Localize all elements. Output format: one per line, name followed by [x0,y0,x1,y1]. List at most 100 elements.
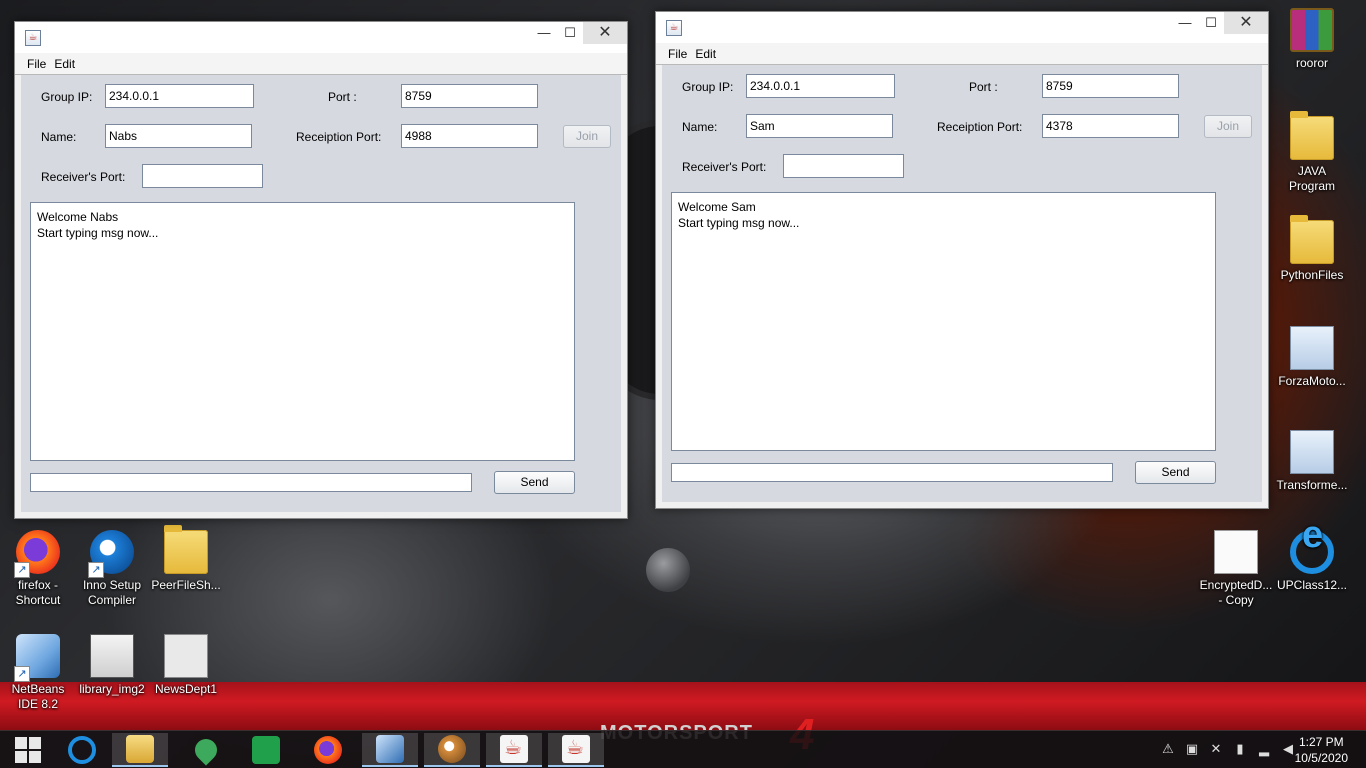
desktop-icon-newsdept[interactable]: NewsDept1 [148,634,224,697]
join-button[interactable]: Join [563,125,611,148]
menu-edit[interactable]: Edit [50,57,79,71]
chat-line: Start typing msg now... [678,216,800,230]
taskbar-clock[interactable]: 1:27 PM 10/5/2020 [1295,734,1348,766]
chat-line: Welcome Nabs [37,210,119,224]
desktop-icon-library[interactable]: library_img2 [74,634,150,697]
tray-app-icon[interactable]: ▣ [1184,741,1200,757]
java-cup-icon [500,735,528,763]
group-ip-label: Group IP: [682,80,734,94]
desktop-icon-peerfile[interactable]: PeerFileSh... [148,525,224,593]
send-button[interactable]: Send [1135,461,1216,484]
taskbar-netbeans[interactable] [362,733,418,767]
menu-bar: File Edit [656,43,1268,65]
java-app-icon: ☕ [666,20,682,36]
netbeans-icon [376,735,404,763]
taskbar-java-window-1[interactable] [486,733,542,767]
name-label: Name: [41,130,77,144]
maximize-button[interactable]: ☐ [555,22,585,44]
netbeans-icon [14,634,60,682]
menu-edit[interactable]: Edit [691,47,720,61]
java-app-icon: ☕ [25,30,41,46]
reception-port-field[interactable]: 4378 [1042,114,1179,138]
send-button[interactable]: Send [494,471,575,494]
name-field[interactable]: Nabs [105,124,252,148]
message-input[interactable] [30,473,472,492]
chat-line: Start typing msg now... [37,226,159,240]
close-button[interactable]: ✕ [1224,12,1268,34]
desktop-icon-forza[interactable]: ForzaMoto... [1274,326,1350,389]
desktop-icon-label: library_img2 [79,682,145,696]
start-button[interactable] [0,733,56,767]
desktop-icon-label: Inno Setup Compiler [82,578,142,607]
message-input[interactable] [671,463,1113,482]
desktop-icon-java-program[interactable]: JAVA Program [1274,111,1350,194]
chat-window-sam: ☕ — ☐ ✕ File Edit Group IP: 234.0.0.1 Po… [655,11,1269,509]
desktop-icon-upclass[interactable]: UPClass12... [1274,528,1350,593]
taskbar-paint[interactable] [424,733,480,767]
reception-port-field[interactable]: 4988 [401,124,538,148]
network-warning-icon[interactable]: ⚠ [1160,741,1176,757]
taskbar: ⚠ ▣ ✕ ▮ ▂ ◀ 1:27 PM 10/5/2020 [0,730,1366,768]
network-icon[interactable]: ▂ [1256,741,1272,757]
image-file-icon [1290,326,1334,370]
battery-icon[interactable]: ▮ [1232,741,1248,757]
internet-explorer-icon [1290,528,1334,574]
desktop-icon-label: NetBeans IDE 8.2 [11,682,65,711]
receivers-port-field[interactable] [783,154,904,178]
taskbar-file-explorer[interactable] [112,733,168,767]
join-button[interactable]: Join [1204,115,1252,138]
volume-icon[interactable]: ◀ [1280,741,1296,757]
receivers-port-field[interactable] [142,164,263,188]
window-title-bar[interactable]: ☕ — ☐ ✕ [15,22,627,53]
group-ip-label: Group IP: [41,90,93,104]
library-image-icon [90,634,134,678]
folder-icon [164,525,208,574]
internet-explorer-icon [68,736,96,764]
name-field[interactable]: Sam [746,114,893,138]
chat-panel: Group IP: 234.0.0.1 Port : 8759 Name: Na… [21,75,621,512]
port-field[interactable]: 8759 [401,84,538,108]
taskbar-internet-explorer[interactable] [54,733,110,767]
desktop-icon-rooror[interactable]: rooror [1274,8,1350,71]
menu-file[interactable]: File [23,57,50,71]
chat-line: Welcome Sam [678,200,756,214]
tray-disconnect-icon[interactable]: ✕ [1208,741,1224,757]
desktop-icon-label: EncryptedD... - Copy [1199,578,1273,607]
clock-date: 10/5/2020 [1294,751,1348,765]
desktop-icon-inno-setup[interactable]: Inno Setup Compiler [74,530,150,608]
close-button[interactable]: ✕ [583,22,627,44]
taskbar-java-window-2[interactable] [548,733,604,767]
wallpaper-bolt [646,548,690,592]
document-file-icon [1214,530,1258,574]
chat-log[interactable]: Welcome Sam Start typing msg now... [671,192,1216,451]
port-field[interactable]: 8759 [1042,74,1179,98]
clock-time: 1:27 PM [1298,735,1344,749]
port-label: Port : [328,90,357,104]
menu-file[interactable]: File [664,47,691,61]
desktop-icon-netbeans[interactable]: NetBeans IDE 8.2 [0,634,76,712]
port-label: Port : [969,80,998,94]
window-title-bar[interactable]: ☕ — ☐ ✕ [656,12,1268,43]
taskbar-firefox[interactable] [300,733,356,767]
group-ip-field[interactable]: 234.0.0.1 [105,84,254,108]
desktop-icon-python-files[interactable]: PythonFiles [1274,215,1350,283]
maps-pin-icon [190,734,222,766]
inno-setup-icon [88,530,134,578]
folder-icon [1290,215,1334,264]
chat-log[interactable]: Welcome Nabs Start typing msg now... [30,202,575,461]
desktop-icon-transforme[interactable]: Transforme... [1274,430,1350,493]
menu-bar: File Edit [15,53,627,75]
group-ip-field[interactable]: 234.0.0.1 [746,74,895,98]
reception-port-label: Receiption Port: [296,130,382,144]
firefox-icon [14,530,60,578]
reception-port-label: Receiption Port: [937,120,1023,134]
taskbar-maps[interactable] [178,733,234,767]
desktop-icon-label: UPClass12... [1276,578,1348,592]
desktop-icon-label: ForzaMoto... [1278,374,1346,388]
desktop-icon-label: PythonFiles [1280,268,1344,282]
desktop-icon-encrypted[interactable]: EncryptedD... - Copy [1198,530,1274,608]
maximize-button[interactable]: ☐ [1196,12,1226,34]
news-image-icon [164,634,208,678]
taskbar-store[interactable] [238,733,294,767]
desktop-icon-firefox[interactable]: firefox - Shortcut [0,530,76,608]
